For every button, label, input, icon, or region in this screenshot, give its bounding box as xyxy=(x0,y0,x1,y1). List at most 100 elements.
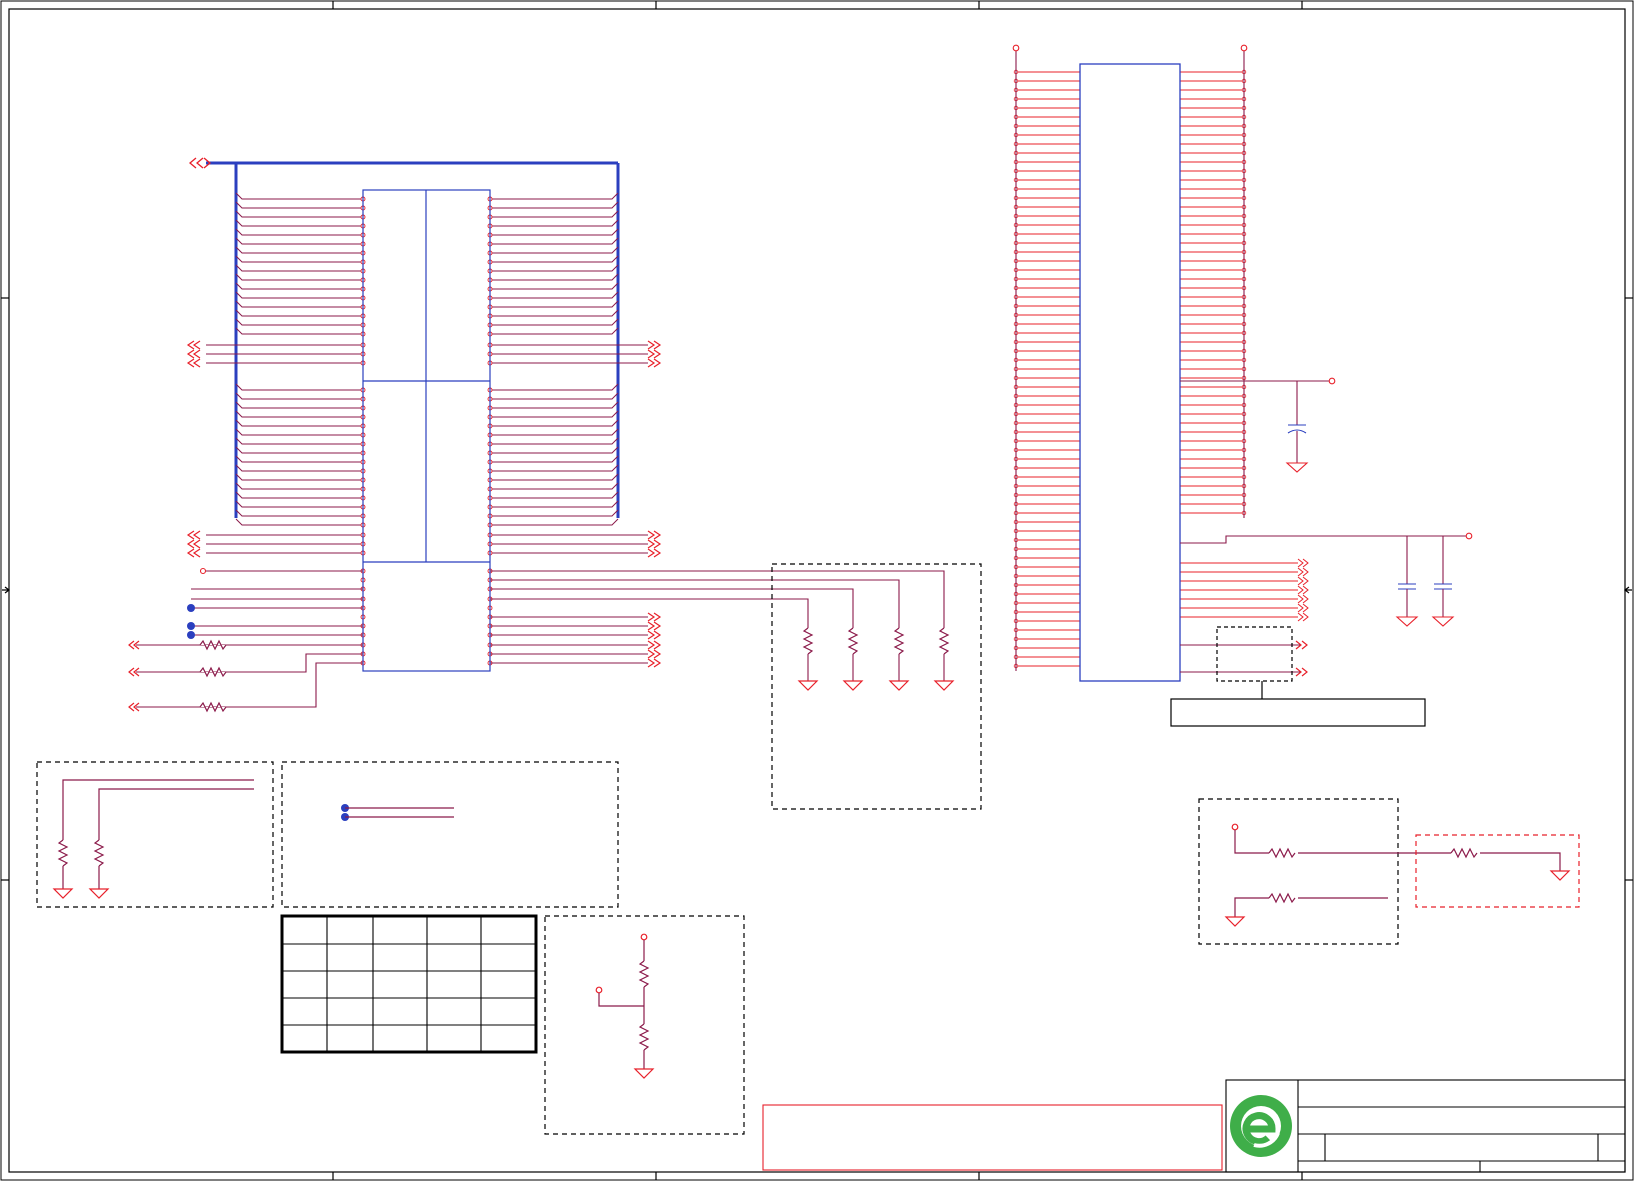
bus-wire-right xyxy=(490,237,619,245)
offpage-arrow-right xyxy=(1297,585,1309,595)
offpage-arrow-right xyxy=(647,612,662,622)
offpage-arrow-right xyxy=(1297,612,1309,622)
offpage-arrow-right xyxy=(1297,576,1309,586)
bus-wire-right xyxy=(490,428,619,436)
bus-wire-left xyxy=(235,237,363,245)
bus-wire-left xyxy=(235,309,363,317)
bus-wire-right xyxy=(490,491,619,499)
bus-wire-right xyxy=(490,473,619,481)
bus-wire-left xyxy=(235,246,363,254)
bus-wire-left xyxy=(235,273,363,281)
bus-wire-left xyxy=(235,228,363,236)
bus-wire-right xyxy=(490,482,619,490)
bus-wire-right xyxy=(490,228,619,236)
bus-wire-left xyxy=(235,327,363,335)
block-junctions xyxy=(281,761,619,908)
schematic-sheet xyxy=(0,0,1634,1181)
bus-wire-left xyxy=(235,455,363,463)
block-pullups xyxy=(36,761,274,908)
ground-icon xyxy=(842,680,864,691)
bus-wire-right xyxy=(490,246,619,254)
pulldown-signals xyxy=(490,570,945,628)
bus-wire-left xyxy=(235,383,363,391)
bus-wire-left xyxy=(235,518,363,526)
bus-wire-left xyxy=(235,392,363,400)
offpage-arrow-right xyxy=(647,358,662,368)
bus-wire-right xyxy=(490,309,619,317)
bus-wire-left xyxy=(235,464,363,472)
offpage-arrow-left xyxy=(186,548,201,558)
bus-wire-left xyxy=(235,509,363,517)
offpage-arrow-right xyxy=(647,630,662,640)
bus-wire-right xyxy=(490,464,619,472)
config-table xyxy=(280,914,538,1054)
bus-wire-left xyxy=(235,201,363,209)
pulldown-resistor xyxy=(847,627,859,655)
bus-wire-left xyxy=(235,410,363,418)
bus-wire-left xyxy=(235,500,363,508)
pulldown-box xyxy=(771,563,982,810)
bus-wire-right xyxy=(490,509,619,517)
series-resistors-left xyxy=(128,639,227,713)
u2-pins xyxy=(1013,69,1309,669)
offpage-arrow-left xyxy=(186,539,201,549)
bus-wire-left xyxy=(235,437,363,445)
bus-wire-left xyxy=(235,300,363,308)
bus-wire-right xyxy=(490,327,619,335)
pulldown-resistor xyxy=(893,627,905,655)
ground-icon xyxy=(797,680,819,691)
connector-u1 xyxy=(362,189,491,672)
bus-wire-right xyxy=(490,273,619,281)
bus-wire-right xyxy=(490,291,619,299)
bus-wire-left xyxy=(235,428,363,436)
title-block xyxy=(762,1079,1626,1173)
offpage-arrow-right xyxy=(1297,567,1309,577)
u1-lower-signals xyxy=(136,567,363,708)
ground-icon xyxy=(933,680,955,691)
offpage-arrow-left xyxy=(186,340,201,350)
bus-wire-right xyxy=(490,437,619,445)
sheet-border xyxy=(0,0,1634,1181)
bus-wire-right xyxy=(490,192,619,200)
offpage-arrow-right xyxy=(647,658,662,668)
bus-wire-left xyxy=(235,318,363,326)
bus-wire-right xyxy=(490,201,619,209)
bus-wire-left xyxy=(235,401,363,409)
bus-wire-right xyxy=(490,410,619,418)
bus-wire-left xyxy=(235,419,363,427)
u2-offpage-right xyxy=(1295,640,1308,677)
bus-wire-right xyxy=(490,255,619,263)
bus-wire-left xyxy=(235,255,363,263)
bus-wire-left xyxy=(235,491,363,499)
bus-wire-left xyxy=(235,482,363,490)
bus-wire-right xyxy=(490,318,619,326)
pulldown-resistor xyxy=(938,627,950,655)
connector-u2 xyxy=(1079,63,1181,682)
bus-wire-right xyxy=(490,300,619,308)
left-bus xyxy=(188,157,620,518)
offpage-arrow-right xyxy=(647,349,662,359)
offpage-arrow-right xyxy=(647,649,662,659)
bus-wire-right xyxy=(490,419,619,427)
bus-wire-right xyxy=(490,383,619,391)
offpage-arrow-right xyxy=(647,340,662,350)
offpage-arrow-left xyxy=(186,358,201,368)
bus-wire-left xyxy=(235,473,363,481)
bus-wire-right xyxy=(490,282,619,290)
offpage-arrow-left xyxy=(186,530,201,540)
bus-wire-left xyxy=(235,210,363,218)
pulldown-resistor xyxy=(802,627,814,655)
offpage-arrow-right xyxy=(647,548,662,558)
offpage-arrow-right xyxy=(1297,594,1309,604)
bus-wire-right xyxy=(490,210,619,218)
offpage-arrow-right xyxy=(1297,558,1309,568)
bus-wire-right xyxy=(490,401,619,409)
bus-wire-right xyxy=(490,446,619,454)
ground-icon xyxy=(888,680,910,691)
offpage-arrow-right xyxy=(1297,603,1309,613)
bus-wire-left xyxy=(235,446,363,454)
bus-wire-right xyxy=(490,392,619,400)
bus-wire-right xyxy=(490,518,619,526)
pulldown-resistors xyxy=(797,627,955,691)
offpage-arrow-right xyxy=(647,621,662,631)
